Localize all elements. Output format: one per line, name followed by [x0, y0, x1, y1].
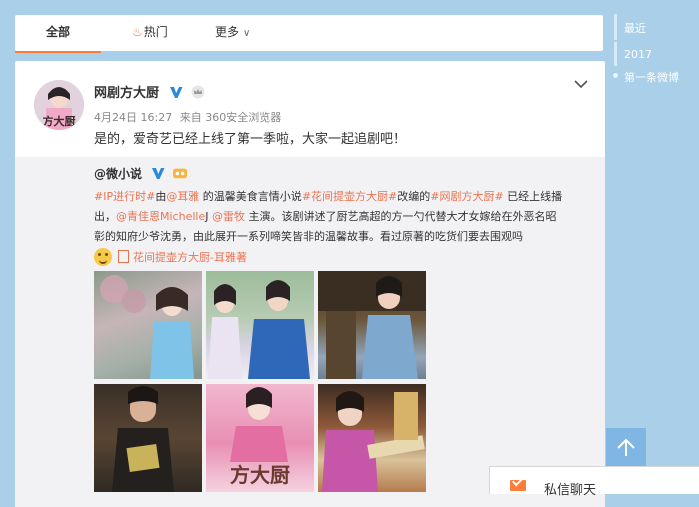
tab-more-label: 更多 — [215, 25, 240, 39]
tab-hot-label: 热门 — [143, 25, 168, 39]
repost-text: #IP进行时#由@耳雅 的温馨美食言情小说#花间提壶方大厨#改编的#网剧方大厨#… — [94, 187, 564, 247]
document-icon — [118, 250, 129, 263]
mail-icon — [510, 480, 526, 491]
book-link-row: 花间提壶方大厨-耳雅著 — [94, 248, 247, 266]
member-crown-icon[interactable] — [191, 85, 205, 99]
repost-block: @微小说 #IP进行时#由@耳雅 的温馨美食言情小说#花间提壶方大厨#改编的#网… — [15, 157, 605, 507]
photo-6[interactable] — [318, 384, 426, 492]
back-to-top-button[interactable] — [606, 428, 646, 468]
repost-link[interactable]: #花间提壶方大厨# — [302, 190, 397, 203]
book-link[interactable]: 花间提壶方大厨-耳雅著 — [133, 251, 247, 264]
repost-text-segment: 的温馨美食言情小说 — [199, 190, 302, 203]
chevron-down-icon: ∨ — [243, 28, 251, 39]
verified-v-icon — [152, 168, 165, 179]
author-name[interactable]: 网剧方大厨 — [94, 86, 159, 101]
chevron-down-icon[interactable] — [573, 78, 589, 90]
timeline-recent[interactable]: 最近 — [624, 20, 646, 36]
repost-link[interactable]: @青佳恩Michelle — [116, 210, 205, 223]
avatar[interactable]: 方大厨 — [34, 80, 84, 130]
avatar-caption: 方大厨 — [43, 114, 76, 128]
repost-link[interactable]: @耳雅 — [166, 190, 199, 203]
flame-icon: ♨ — [132, 25, 143, 39]
repost-link[interactable]: #IP进行时# — [94, 190, 155, 203]
timeline-dot — [613, 73, 618, 78]
repost-author-name[interactable]: @微小说 — [94, 167, 142, 181]
timeline-year[interactable]: 2017 — [624, 48, 652, 61]
tab-hot[interactable]: ♨热门 — [132, 15, 168, 51]
repost-author[interactable]: @微小说 — [94, 165, 188, 182]
post-author[interactable]: 网剧方大厨 — [94, 82, 205, 101]
arrow-up-icon — [617, 438, 635, 456]
photo-5[interactable]: 方大厨 — [206, 384, 314, 492]
repost-link[interactable]: @雷牧 — [212, 210, 245, 223]
tab-all[interactable]: 全部 — [15, 15, 101, 53]
private-chat-label: 私信聊天 — [544, 483, 597, 498]
post-source: 来自 360安全浏览器 — [179, 111, 282, 124]
weibo-post-card: 方大厨 网剧方大厨 4月24日 16:27 来自 360安全浏览器 是的，爱奇艺… — [15, 61, 605, 507]
smiley-emoji-icon — [94, 248, 112, 266]
repost-text-segment: 改编的 — [397, 190, 431, 203]
repost-text-segment: J — [205, 210, 212, 223]
post-text: 是的，爱奇艺已经上线了第一季啦，大家一起追剧吧！ — [94, 132, 407, 147]
photo-2[interactable] — [206, 271, 314, 379]
post-date[interactable]: 4月24日 16:27 — [94, 111, 172, 124]
timeline-first-post[interactable]: 第一条微博 — [624, 69, 679, 85]
photo-4[interactable] — [94, 384, 202, 492]
feed-tab-bar: 全部 ♨热门 更多 ∨ — [15, 15, 603, 53]
repost-text-segment: 由 — [155, 190, 167, 203]
repost-link[interactable]: #网剧方大厨# — [430, 190, 503, 203]
verified-v-icon — [169, 87, 183, 98]
tab-more[interactable]: 更多 ∨ — [215, 15, 250, 51]
poster-title: 方大厨 — [230, 463, 290, 487]
timeline-bar — [614, 14, 617, 40]
photo-1[interactable] — [94, 271, 202, 379]
private-chat-bar[interactable]: 私信聊天 — [489, 466, 699, 498]
vip-badge-icon[interactable] — [173, 166, 188, 180]
photo-3[interactable] — [318, 271, 426, 379]
post-meta: 4月24日 16:27 来自 360安全浏览器 — [94, 109, 285, 125]
timeline-bar — [614, 42, 617, 66]
